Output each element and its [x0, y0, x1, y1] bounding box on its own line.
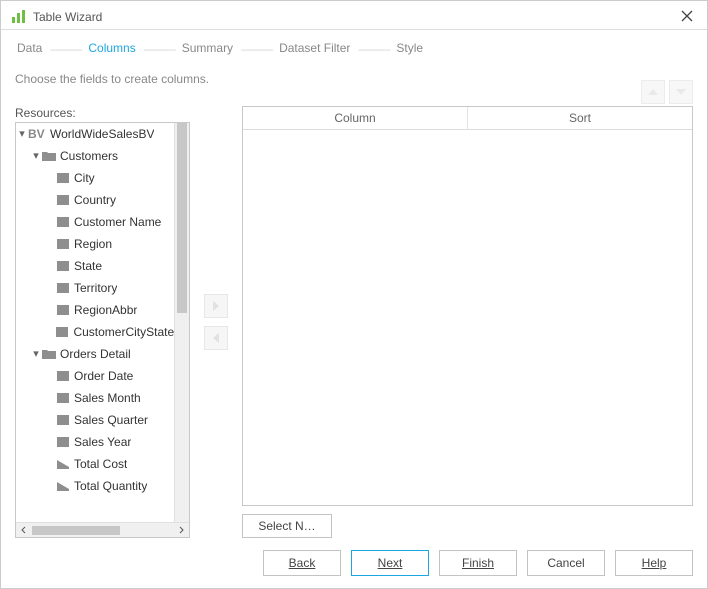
tree-item[interactable]: ▾Region	[16, 233, 174, 255]
horizontal-scrollbar[interactable]	[16, 522, 189, 537]
tree-item-label: RegionAbbr	[70, 303, 137, 317]
tree-item[interactable]: ▾RegionAbbr	[16, 299, 174, 321]
dialog-window: Table Wizard Data ——— Columns ——— Summar…	[0, 0, 708, 589]
page-subtitle: Choose the fields to create columns.	[15, 72, 693, 86]
tree-item-label: CustomerCityStateZ	[69, 325, 174, 339]
steps-nav: Data ——— Columns ——— Summary ——— Dataset…	[15, 40, 693, 56]
resources-label: Resources:	[15, 106, 190, 120]
step-summary[interactable]: Summary	[180, 41, 235, 55]
tree-folder-orders-detail[interactable]: ▾ Orders Detail	[16, 343, 174, 365]
tree-item-label: Total Quantity	[70, 479, 147, 493]
tree-twisty-icon[interactable]: ▾	[18, 129, 28, 139]
columns-table[interactable]: Column Sort	[242, 106, 693, 506]
scrollbar-thumb[interactable]	[177, 123, 187, 313]
move-down-button[interactable]	[669, 80, 693, 104]
step-dataset-filter[interactable]: Dataset Filter	[277, 41, 352, 55]
tree-item-label: Country	[70, 193, 116, 207]
tree-item-label: State	[70, 259, 102, 273]
step-separator: ———	[241, 40, 271, 56]
tree-item-label: Customer Name	[70, 215, 161, 229]
step-data[interactable]: Data	[15, 41, 44, 55]
tree-item[interactable]: ▾Total Quantity	[16, 475, 174, 497]
tree-item[interactable]: ▾Customer Name	[16, 211, 174, 233]
columns-table-body	[243, 130, 692, 505]
tree-item[interactable]: ▾Sales Quarter	[16, 409, 174, 431]
column-header-sort[interactable]: Sort	[468, 107, 692, 129]
app-icon	[11, 9, 27, 25]
cancel-button[interactable]: Cancel	[527, 550, 605, 576]
tree-item-label: Order Date	[70, 369, 133, 383]
tree-item-label: Sales Month	[70, 391, 141, 405]
finish-button[interactable]: Finish	[439, 550, 517, 576]
back-button[interactable]: Back	[263, 550, 341, 576]
wizard-header: Data ——— Columns ——— Summary ——— Dataset…	[1, 29, 707, 106]
step-style[interactable]: Style	[394, 41, 425, 55]
step-separator: ———	[50, 40, 80, 56]
tree-item-label: WorldWideSalesBV	[46, 127, 154, 141]
tree-item-label: Orders Detail	[56, 347, 131, 361]
remove-column-button[interactable]	[204, 326, 228, 350]
next-button[interactable]: Next	[351, 550, 429, 576]
tree-twisty-icon[interactable]: ▾	[32, 151, 42, 161]
svg-text:BV: BV	[28, 128, 45, 140]
tree-item-label: Territory	[70, 281, 117, 295]
tree-item[interactable]: ▾Order Date	[16, 365, 174, 387]
step-separator: ———	[358, 40, 388, 56]
tree-twisty-icon[interactable]: ▾	[32, 349, 42, 359]
window-title: Table Wizard	[33, 10, 102, 24]
dialog-footer: Back Next Finish Cancel Help	[1, 538, 707, 588]
scroll-right-button[interactable]	[173, 524, 189, 537]
tree-item[interactable]: ▾Total Cost	[16, 453, 174, 475]
move-buttons	[190, 106, 242, 538]
step-separator: ———	[144, 40, 174, 56]
tree-item-label: Sales Quarter	[70, 413, 148, 427]
tree-item[interactable]: ▾Sales Month	[16, 387, 174, 409]
move-up-button[interactable]	[641, 80, 665, 104]
tree-item[interactable]: ▾Sales Year	[16, 431, 174, 453]
step-columns[interactable]: Columns	[86, 41, 137, 55]
tree-item-label: Sales Year	[70, 435, 131, 449]
tree-root[interactable]: ▾BVWorldWideSalesBV	[16, 123, 174, 145]
tree-item-label: Customers	[56, 149, 118, 163]
tree-item[interactable]: ▾Territory	[16, 277, 174, 299]
tree-item-label: City	[70, 171, 95, 185]
add-column-button[interactable]	[204, 294, 228, 318]
title-bar: Table Wizard	[1, 1, 707, 29]
tree-item[interactable]: ▾City	[16, 167, 174, 189]
close-icon[interactable]	[677, 9, 697, 25]
scrollbar-thumb[interactable]	[32, 526, 120, 535]
tree-item-label: Total Cost	[70, 457, 127, 471]
scroll-left-button[interactable]	[16, 524, 32, 537]
resources-tree[interactable]: ▾BVWorldWideSalesBV▾Customers▾City▾Count…	[15, 122, 190, 538]
tree-folder-customers[interactable]: ▾ Customers	[16, 145, 174, 167]
tree-item[interactable]: ▾State	[16, 255, 174, 277]
tree-item-label: Region	[70, 237, 112, 251]
tree-item[interactable]: ▾Country	[16, 189, 174, 211]
help-button[interactable]: Help	[615, 550, 693, 576]
column-header-column[interactable]: Column	[243, 107, 468, 129]
select-none-button[interactable]: Select N…	[242, 514, 332, 538]
tree-item[interactable]: ▾CustomerCityStateZ	[16, 321, 174, 343]
vertical-scrollbar[interactable]	[174, 123, 189, 522]
